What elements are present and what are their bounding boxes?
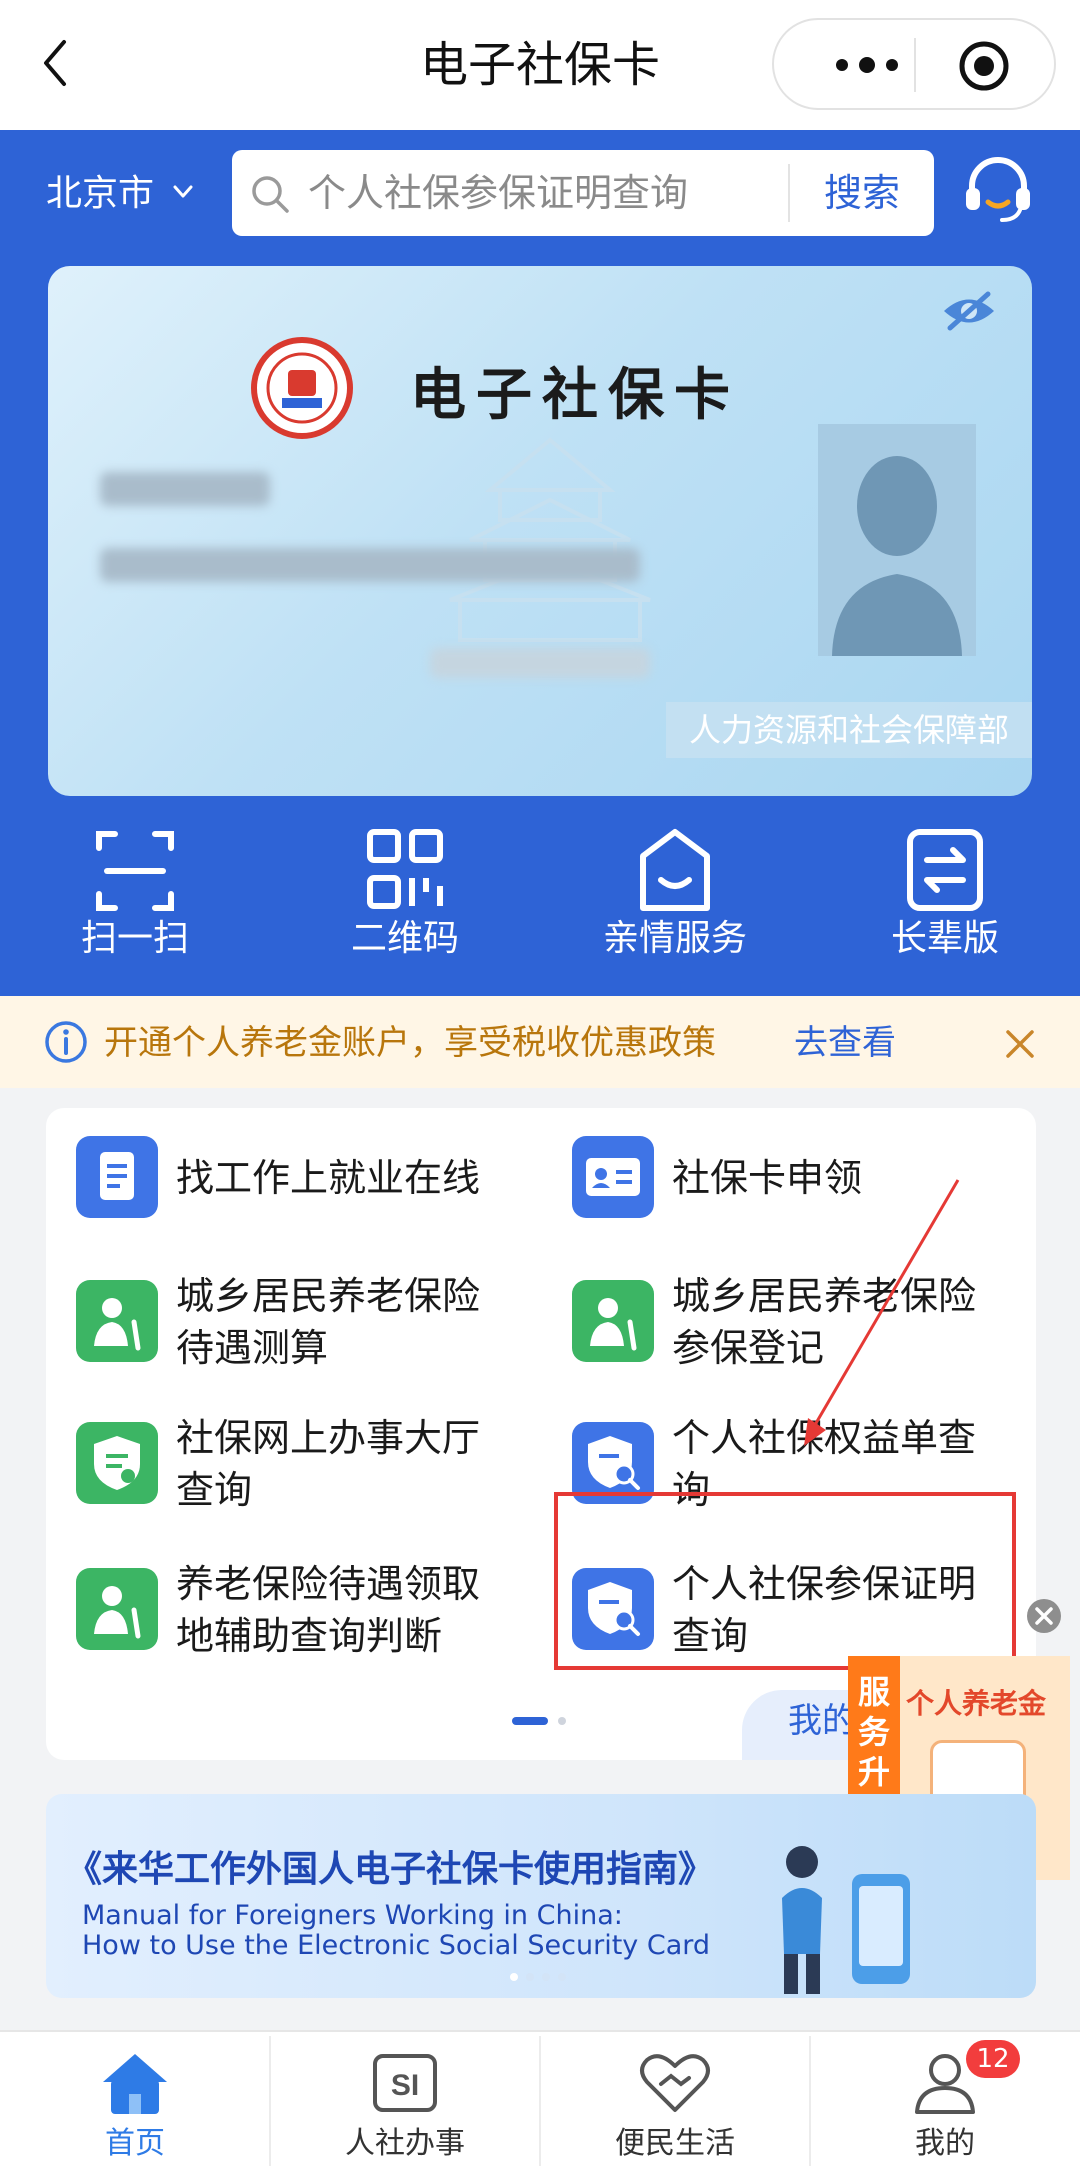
service-label-line1: 社保网上办事大厅	[176, 1416, 481, 1460]
quick-action-label[interactable]: 长辈版	[835, 912, 1055, 966]
banner-pager	[510, 1973, 566, 1981]
scan-icon[interactable]	[45, 826, 225, 916]
tab-label: 人社办事	[345, 2126, 465, 2161]
search-icon	[252, 176, 289, 213]
more-icon[interactable]	[832, 50, 902, 80]
tab-label: 我的	[915, 2126, 975, 2161]
tab-home[interactable]: 首页	[0, 2030, 270, 2174]
banner-subtitle: How to Use the Electronic Social Securit…	[82, 1930, 711, 1961]
avatar-silhouette	[818, 424, 976, 656]
service-label-line1: 养老保险待遇领取	[176, 1562, 481, 1606]
close-mini-program-icon[interactable]	[956, 38, 1012, 94]
masked-id-number	[100, 548, 640, 582]
elderly-person-icon[interactable]	[572, 1280, 654, 1362]
highlight-box	[554, 1492, 1016, 1670]
elder-mode-icon[interactable]	[855, 826, 1035, 916]
notice-text: 开通个人养老金账户，享受税收优惠政策	[104, 1023, 716, 1063]
tab-label: 便民生活	[615, 2126, 735, 2161]
person-silhouette-icon	[832, 456, 962, 656]
my-services-label[interactable]: 我的	[788, 1696, 856, 1746]
service-label-line2: 参保登记	[672, 1326, 825, 1370]
hide-info-eye-icon[interactable]	[940, 290, 998, 332]
search-input[interactable]: 个人社保参保证明查询	[308, 166, 688, 220]
si-icon: SI	[373, 2054, 437, 2112]
tab-mine[interactable]: 我的	[810, 2030, 1080, 2174]
service-label-line1: 社保卡申领	[672, 1156, 863, 1200]
heart-handshake-icon	[640, 2054, 710, 2112]
shield-doc-icon[interactable]	[76, 1422, 158, 1504]
service-label-line2: 查询	[176, 1468, 253, 1512]
card-title: 电子社保卡	[410, 362, 740, 428]
service-item-pension-location[interactable]: 养老保险待遇领取 地辅助查询判断	[176, 1558, 506, 1662]
tab-label: 首页	[105, 2126, 165, 2161]
chevron-down-icon[interactable]	[172, 184, 194, 200]
banner-title: 《来华工作外国人电子社保卡使用指南》	[66, 1849, 715, 1890]
tab-convenience[interactable]: 便民生活	[540, 2030, 810, 2174]
quick-action-label[interactable]: 二维码	[295, 912, 515, 966]
quick-action-label[interactable]: 扫一扫	[25, 912, 245, 966]
capsule-divider	[914, 38, 916, 92]
card-issuer: 人力资源和社会保障部	[666, 702, 1032, 758]
service-label-line1: 城乡居民养老保险	[672, 1274, 977, 1318]
service-item-online-hall[interactable]: 社保网上办事大厅 查询	[176, 1412, 506, 1516]
service-label-line1: 个人社保权益单查	[672, 1416, 977, 1460]
document-icon[interactable]	[76, 1136, 158, 1218]
pager-dot	[558, 1717, 566, 1725]
service-item-find-job[interactable]: 找工作上就业在线	[176, 1152, 506, 1204]
quick-action-label[interactable]: 亲情服务	[565, 912, 785, 966]
home-icon	[103, 2054, 167, 2114]
person-with-phone-illustration	[782, 1846, 910, 1994]
qrcode-icon[interactable]	[315, 826, 495, 916]
service-item-pension-register[interactable]: 城乡居民养老保险 参保登记	[672, 1270, 1002, 1374]
notification-badge: 12	[966, 2040, 1020, 2078]
search-divider	[788, 164, 790, 222]
service-label-line1: 城乡居民养老保险	[176, 1274, 481, 1318]
service-item-pension-calc[interactable]: 城乡居民养老保险 待遇测算	[176, 1270, 506, 1374]
id-card-icon[interactable]	[572, 1136, 654, 1218]
close-icon[interactable]	[1026, 1598, 1062, 1634]
mini-program-capsule	[772, 18, 1056, 110]
masked-name	[100, 472, 270, 506]
customer-service-icon[interactable]	[958, 150, 1038, 230]
tab-hrss-services[interactable]: SI 人社办事	[270, 2030, 540, 2174]
elderly-person-icon[interactable]	[76, 1568, 158, 1650]
family-service-icon[interactable]	[585, 826, 765, 916]
svg-text:SI: SI	[391, 2069, 419, 2102]
service-label-line2: 地辅助查询判断	[176, 1614, 443, 1658]
elderly-person-icon[interactable]	[76, 1280, 158, 1362]
service-item-card-apply[interactable]: 社保卡申领	[672, 1152, 1002, 1204]
search-button[interactable]: 搜索	[800, 166, 924, 220]
floating-ad-title: 个人养老金	[906, 1687, 1047, 1720]
city-selector[interactable]: 北京市	[46, 168, 154, 220]
temple-of-heaven-watermark	[449, 437, 651, 642]
masked-card-number	[430, 648, 650, 678]
service-label-line2: 待遇测算	[176, 1326, 329, 1370]
close-icon[interactable]	[1004, 1028, 1036, 1060]
pager-dot-active	[512, 1717, 548, 1725]
social-security-seal-logo	[251, 337, 353, 439]
notice-view-link[interactable]: 去查看	[794, 1018, 896, 1068]
service-label-line1: 找工作上就业在线	[176, 1156, 481, 1200]
info-icon	[45, 1021, 87, 1063]
